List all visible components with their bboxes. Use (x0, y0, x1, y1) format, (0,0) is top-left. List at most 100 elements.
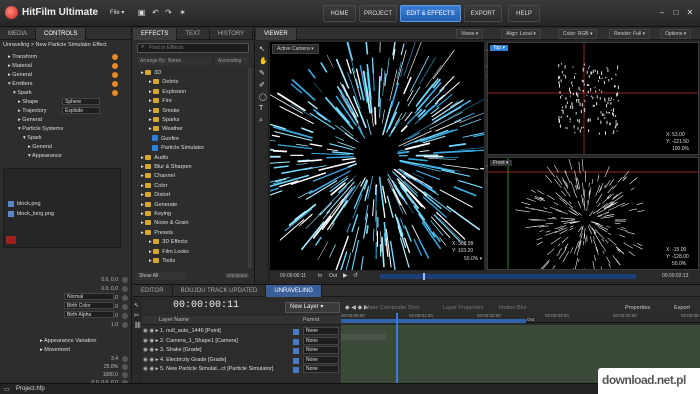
value-field[interactable]: 25.0% (104, 363, 118, 371)
effect-item[interactable]: ▸ Blur & Sharpen (141, 163, 192, 171)
keyframe-dot-icon[interactable] (112, 54, 118, 60)
link-icon[interactable]: ⛓ (134, 322, 142, 329)
parent-dropdown[interactable]: None (303, 346, 339, 354)
keyframe-dot-icon[interactable] (122, 295, 128, 301)
make-composite-button[interactable]: Make Composite Shot (365, 305, 419, 311)
parent-dropdown[interactable]: None (303, 336, 339, 345)
effects-search-input[interactable]: ⌕ Find in Effects (137, 43, 249, 53)
effect-item[interactable]: ▸ Smoke (149, 107, 179, 115)
file-menu[interactable]: File ▾ (110, 9, 124, 16)
text-tool-icon[interactable]: T (259, 105, 263, 112)
expand-icon[interactable]: ▾ (28, 153, 31, 159)
new-layer-button[interactable]: New Layer ▾ (285, 302, 340, 313)
visibility-icon[interactable]: ◉ (143, 347, 148, 353)
shape-tool-icon[interactable]: ◯ (259, 93, 267, 101)
top-zoom[interactable]: 100.0% (672, 146, 689, 152)
expand-icon[interactable]: ▾ (23, 135, 26, 141)
properties-button[interactable]: Properties (625, 305, 650, 311)
expand-icon[interactable]: ▸ (18, 99, 21, 105)
timeline-playhead[interactable] (396, 313, 398, 384)
control-row[interactable]: ▾ Emitters (0, 80, 132, 88)
sort-dropdown[interactable]: Ascending (215, 57, 249, 65)
effect-item[interactable]: ▸ Channel (141, 172, 175, 180)
value-field[interactable]: 1.0 (111, 321, 118, 329)
nav-home[interactable]: HOME (323, 5, 356, 22)
nav-help[interactable]: HELP (508, 5, 540, 22)
value-field[interactable]: 1000.0 (103, 371, 118, 379)
blend-dropdown[interactable]: Normal (64, 293, 114, 300)
views-dropdown[interactable]: Views ▾ (456, 29, 484, 39)
main-zoom[interactable]: 50.0% ▾ (464, 256, 482, 262)
redo-icon[interactable]: ↷ (164, 8, 173, 17)
control-row[interactable]: ▸ Transform (0, 53, 132, 61)
in-point[interactable]: In (318, 273, 322, 279)
keyframe-dot-icon[interactable] (122, 313, 128, 319)
hand-tool-icon[interactable]: ✋ (259, 57, 268, 65)
viewer-playhead[interactable] (423, 273, 425, 280)
texture-item[interactable]: block.png (0, 200, 132, 208)
arrange-dropdown[interactable]: Arrange By: Name (137, 57, 212, 65)
tab-boujou[interactable]: BOUJOU TRACK UPDATED (173, 285, 267, 297)
tab-history[interactable]: HISTORY (210, 28, 254, 40)
wand-icon[interactable]: ✶ (178, 8, 187, 17)
brush-tool-icon[interactable]: ✐ (259, 81, 265, 89)
keyframe-dot-icon[interactable] (122, 277, 128, 283)
effect-item[interactable]: ▸ Tools (149, 257, 175, 265)
effect-item[interactable]: ▸ Noise & Grain (141, 219, 189, 227)
select-arrow-icon[interactable]: ↖ (134, 302, 139, 309)
lock-icon[interactable]: ◉ (149, 366, 154, 372)
nav-edit-effects[interactable]: EDIT & EFFECTS (400, 5, 461, 22)
control-row[interactable]: ▾ Particle Systems (0, 125, 132, 133)
align-dropdown[interactable]: Align: Local ▾ (501, 29, 541, 39)
front-view-dropdown[interactable]: Front ▾ (490, 160, 512, 166)
tab-viewer[interactable]: VIEWER (256, 28, 297, 40)
control-row[interactable]: ▸ General (0, 143, 132, 151)
lock-icon[interactable]: ◉ (149, 357, 154, 363)
expand-icon[interactable]: ▾ (13, 90, 16, 96)
timeline-timecode[interactable]: 00:00:00:11 (173, 300, 239, 311)
delete-icon[interactable] (6, 236, 16, 244)
effect-item[interactable]: ▸ Explosion (149, 88, 186, 96)
tab-editor[interactable]: EDITOR (133, 285, 173, 297)
lock-icon[interactable]: ◉ (149, 338, 154, 344)
effect-item[interactable]: ▸ Fire (149, 97, 172, 105)
control-row[interactable]: ▸ Appearance Variation (0, 337, 132, 345)
undo-icon[interactable]: ↶ (151, 8, 160, 17)
value-field[interactable]: 0.0, 0.0 (101, 285, 118, 293)
effect-item[interactable]: ▸ Color (141, 182, 167, 190)
tab-effects[interactable]: EFFECTS (133, 28, 178, 40)
top-viewport[interactable]: Top ▾ X: 53.00 Y: -121.50 100.0% (487, 42, 699, 155)
show-dropdown[interactable]: Show All (136, 272, 186, 280)
close-icon[interactable]: ✕ (684, 7, 696, 18)
expand-icon[interactable]: ▾ (18, 126, 21, 132)
parent-dropdown[interactable]: None (303, 365, 339, 373)
pen-tool-icon[interactable]: ✎ (259, 69, 265, 77)
effect-item[interactable]: ▸ Distort (141, 191, 170, 199)
control-row[interactable]: ▸ General (0, 116, 132, 124)
control-row[interactable]: ▸ Material (0, 62, 132, 70)
effect-item[interactable]: ▸ 3D (141, 69, 161, 77)
effect-item[interactable]: ▸ 3D Effects (149, 238, 188, 246)
control-row[interactable]: ▸ General (0, 71, 132, 79)
control-row[interactable]: ▸ Shape Sphere (0, 98, 132, 106)
keyframe-dot-icon[interactable] (112, 72, 118, 78)
front-zoom[interactable]: 50.0% (672, 261, 686, 267)
record-icon[interactable]: ∩ (134, 374, 138, 380)
control-row[interactable]: ▸ Trajectory Explode (0, 107, 132, 115)
keyframe-dot-icon[interactable] (122, 356, 128, 362)
effect-item[interactable]: Particle Simulator (149, 144, 204, 152)
control-dropdown[interactable]: Explode (62, 107, 100, 114)
expand-icon[interactable]: ▸ (8, 72, 11, 78)
effect-item[interactable]: ▸ Film Looks (149, 248, 189, 256)
keyframe-dot-icon[interactable] (122, 364, 128, 370)
tab-controls[interactable]: CONTROLS (36, 28, 87, 40)
keyframe-dot-icon[interactable] (122, 286, 128, 292)
parent-dropdown[interactable]: None (303, 327, 339, 335)
expand-icon[interactable]: ▸ (18, 117, 21, 123)
tab-media[interactable]: MEDIA (0, 28, 37, 40)
lock-icon[interactable]: ◉ (149, 328, 154, 334)
clip-bar[interactable] (341, 334, 386, 340)
nav-export[interactable]: EXPORT (464, 5, 502, 22)
top-view-dropdown[interactable]: Top ▾ (490, 45, 508, 51)
tab-unraveling[interactable]: UNRAVELING (266, 285, 322, 297)
